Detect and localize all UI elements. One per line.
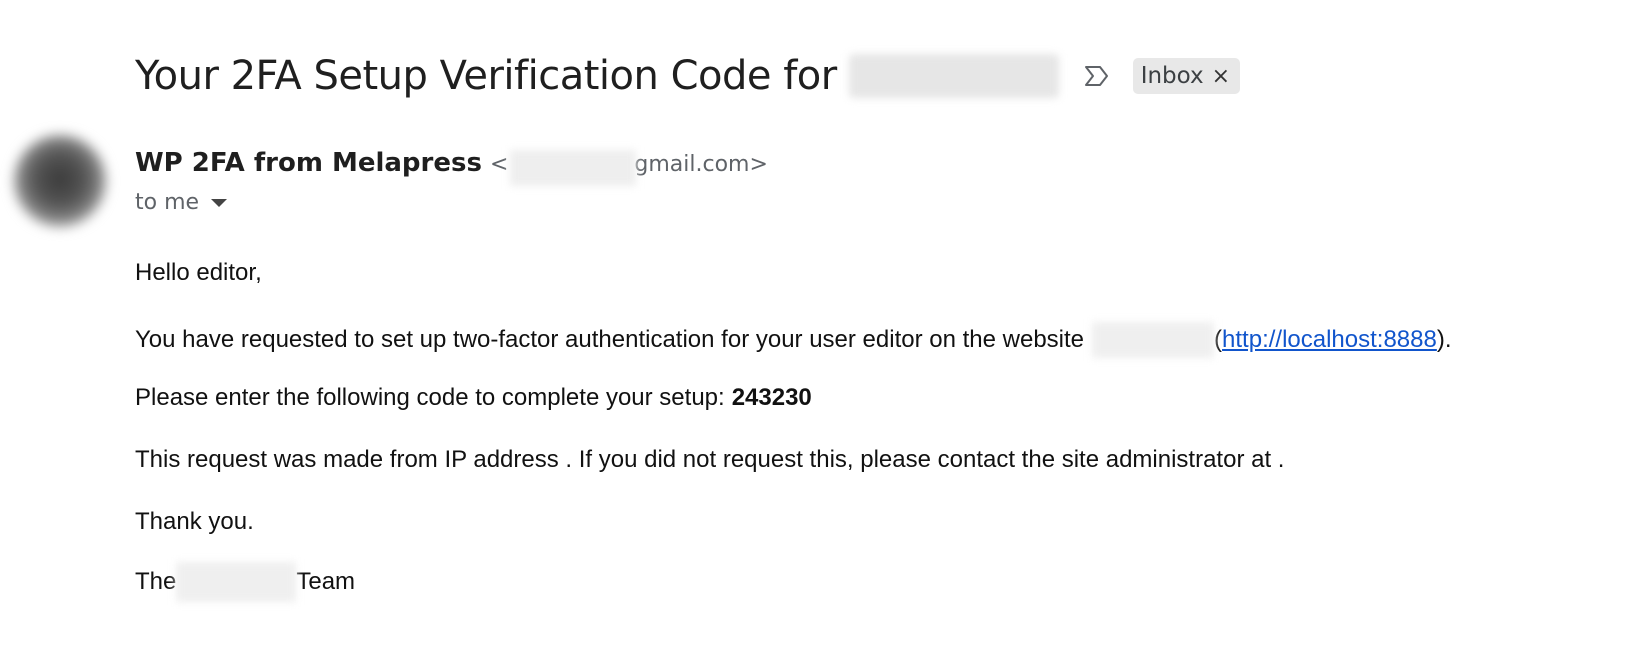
sender-email-open-bracket: < <box>489 151 509 177</box>
signoff-line: The Team <box>135 562 355 602</box>
redacted-email-user <box>510 150 637 186</box>
recipient-row: to me <box>135 190 228 215</box>
inbox-label-chip[interactable]: Inbox × <box>1132 58 1241 94</box>
redacted-team-name <box>176 562 297 602</box>
redacted-website-name <box>1092 322 1215 358</box>
signoff-prefix: The <box>135 568 177 595</box>
recipient-text: to me <box>135 190 200 215</box>
sender-name: WP 2FA from Melapress <box>135 147 482 178</box>
sender-email: < gmail.com> <box>489 146 768 186</box>
caret-down-icon[interactable] <box>211 198 228 207</box>
greeting-line: Hello editor, <box>135 259 262 287</box>
thanks-text: Thank you. <box>135 508 254 535</box>
signoff-suffix: Team <box>296 568 356 595</box>
sender-row: WP 2FA from Melapress < gmail.com> <box>135 146 768 186</box>
subject-row: Your 2FA Setup Verification Code for Inb… <box>135 46 1241 106</box>
code-instruction-text: Please enter the following code to compl… <box>135 384 725 411</box>
site-url-link[interactable]: http://localhost:8888 <box>1222 326 1437 354</box>
verification-code: 243230 <box>731 384 812 411</box>
request-text: You have requested to set up two-factor … <box>135 326 1085 353</box>
email-subject: Your 2FA Setup Verification Code for <box>135 53 837 99</box>
request-line: You have requested to set up two-factor … <box>135 322 1452 358</box>
ip-notice-line: This request was made from IP address . … <box>135 446 1284 474</box>
sender-avatar <box>14 135 106 227</box>
thanks-line: Thank you. <box>135 508 254 536</box>
close-icon[interactable]: × <box>1212 64 1230 89</box>
paren-open: ( <box>1214 326 1223 353</box>
inbox-label-text: Inbox <box>1140 63 1204 89</box>
paren-close: ). <box>1436 326 1452 353</box>
important-marker-icon[interactable] <box>1083 62 1111 90</box>
ip-notice-text: This request was made from IP address . … <box>135 446 1285 473</box>
code-line: Please enter the following code to compl… <box>135 384 812 412</box>
sender-email-domain: gmail.com> <box>634 151 768 177</box>
redacted-site-name <box>848 54 1059 98</box>
greeting-text: Hello editor, <box>135 259 262 286</box>
